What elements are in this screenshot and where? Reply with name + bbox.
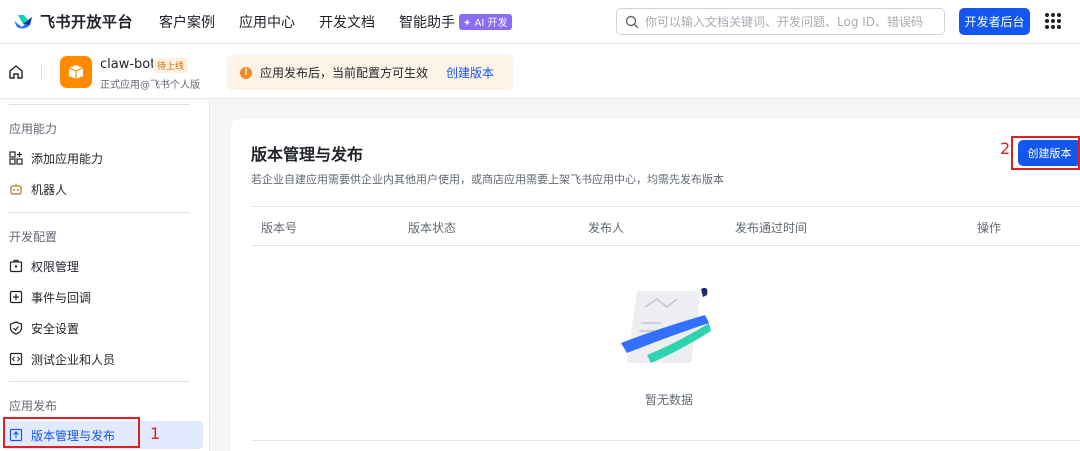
page-description: 若企业自建应用需要供企业内其他用户使用，或商店应用需要上架飞书应用中心，均需先发…: [251, 173, 724, 186]
home-icon[interactable]: [8, 64, 24, 80]
nav-item-cases[interactable]: 客户案例: [159, 12, 215, 32]
annotation-label-1: 1: [150, 424, 161, 443]
app-name: claw-bot: [100, 57, 156, 72]
sidebar-divider: [9, 104, 190, 105]
header-divider: [41, 65, 42, 79]
sidebar-item-label: 添加应用能力: [31, 151, 104, 166]
sidebar-item-robot[interactable]: 机器人: [3, 175, 203, 203]
annotation-label-2: 2: [1000, 139, 1011, 158]
sidebar-item-events[interactable]: 事件与回调: [3, 283, 203, 311]
version-management-card: 版本管理与发布 若企业自建应用需要供企业内其他用户使用，或商店应用需要上架飞书应…: [231, 119, 1080, 451]
warning-icon: !: [240, 66, 252, 79]
sidebar-item-security[interactable]: 安全设置: [3, 314, 203, 342]
nav-item-app-center[interactable]: 应用中心: [239, 12, 295, 32]
shield-icon: [9, 321, 23, 335]
search-box[interactable]: [616, 8, 945, 35]
sidebar-item-label: 权限管理: [31, 259, 80, 274]
search-input[interactable]: [645, 14, 944, 29]
developer-console-button[interactable]: 开发者后台: [959, 8, 1030, 35]
column-header-actions: 操作: [977, 221, 1002, 235]
nav-item-docs[interactable]: 开发文档: [319, 12, 375, 32]
top-nav: 飞书开放平台 客户案例 应用中心 开发文档 智能助手 ✦ AI 开发 开发者后台: [0, 0, 1080, 44]
sidebar-item-label: 事件与回调: [31, 290, 92, 305]
event-icon: [9, 290, 23, 304]
nav-menu: 客户案例 应用中心 开发文档 智能助手 ✦ AI 开发: [159, 12, 536, 32]
column-header-version: 版本号: [261, 221, 298, 235]
sidebar: 应用能力 添加应用能力 机器人 开发配置 权限管理 事件与回调 安全设置 测试企…: [0, 100, 210, 451]
notice-create-version-link[interactable]: 创建版本: [446, 64, 494, 81]
sidebar-section-release: 应用发布: [9, 399, 58, 413]
box-icon: [68, 65, 84, 79]
sidebar-item-add-capability[interactable]: 添加应用能力: [3, 144, 203, 172]
sidebar-section-dev-config: 开发配置: [9, 230, 58, 244]
sidebar-item-permissions[interactable]: 权限管理: [3, 252, 203, 280]
sidebar-item-label: 测试企业和人员: [31, 352, 116, 367]
add-capability-icon: [9, 151, 23, 165]
logo-text: 飞书开放平台: [40, 13, 134, 31]
app-icon: [60, 56, 92, 88]
column-header-status: 版本状态: [408, 221, 457, 235]
annotation-box-1: [3, 417, 140, 448]
search-icon: [625, 15, 639, 28]
code-icon: [9, 352, 23, 366]
logo[interactable]: 飞书开放平台: [12, 11, 150, 32]
annotation-box-2: [1011, 136, 1080, 170]
nav-item-assistant-label: 智能助手: [399, 14, 455, 31]
feishu-logo-icon: [14, 14, 32, 29]
sidebar-item-label: 机器人: [31, 182, 68, 197]
page-title: 版本管理与发布: [251, 145, 364, 164]
publish-notice: ! 应用发布后，当前配置方可生效 创建版本: [227, 55, 513, 90]
nav-item-assistant[interactable]: 智能助手 ✦ AI 开发: [399, 12, 512, 32]
app-type: 正式应用@飞书个人版: [100, 80, 200, 91]
empty-state-text: 暂无数据: [645, 393, 694, 407]
table-header: 版本号 版本状态 发布人 发布通过时间 操作: [251, 206, 1080, 246]
table-bottom-border: [251, 440, 1080, 441]
ai-badge: ✦ AI 开发: [459, 13, 512, 30]
column-header-publisher: 发布人: [588, 221, 625, 235]
sidebar-item-test-enterprise[interactable]: 测试企业和人员: [3, 345, 203, 373]
sidebar-divider: [9, 381, 190, 382]
empty-state-illustration: [621, 287, 711, 363]
app-header: claw-bot 待上线 正式应用@飞书个人版 ! 应用发布后，当前配置方可生效…: [0, 45, 1080, 99]
permission-icon: [9, 259, 23, 273]
notice-text: 应用发布后，当前配置方可生效: [260, 66, 429, 80]
robot-icon: [9, 182, 23, 196]
sidebar-divider: [9, 212, 190, 213]
sidebar-item-label: 安全设置: [31, 321, 80, 336]
apps-grid-icon[interactable]: [1045, 13, 1061, 29]
app-status-badge: 待上线: [153, 58, 189, 73]
sidebar-section-capabilities: 应用能力: [9, 122, 58, 136]
column-header-approval-time: 发布通过时间: [735, 221, 808, 235]
